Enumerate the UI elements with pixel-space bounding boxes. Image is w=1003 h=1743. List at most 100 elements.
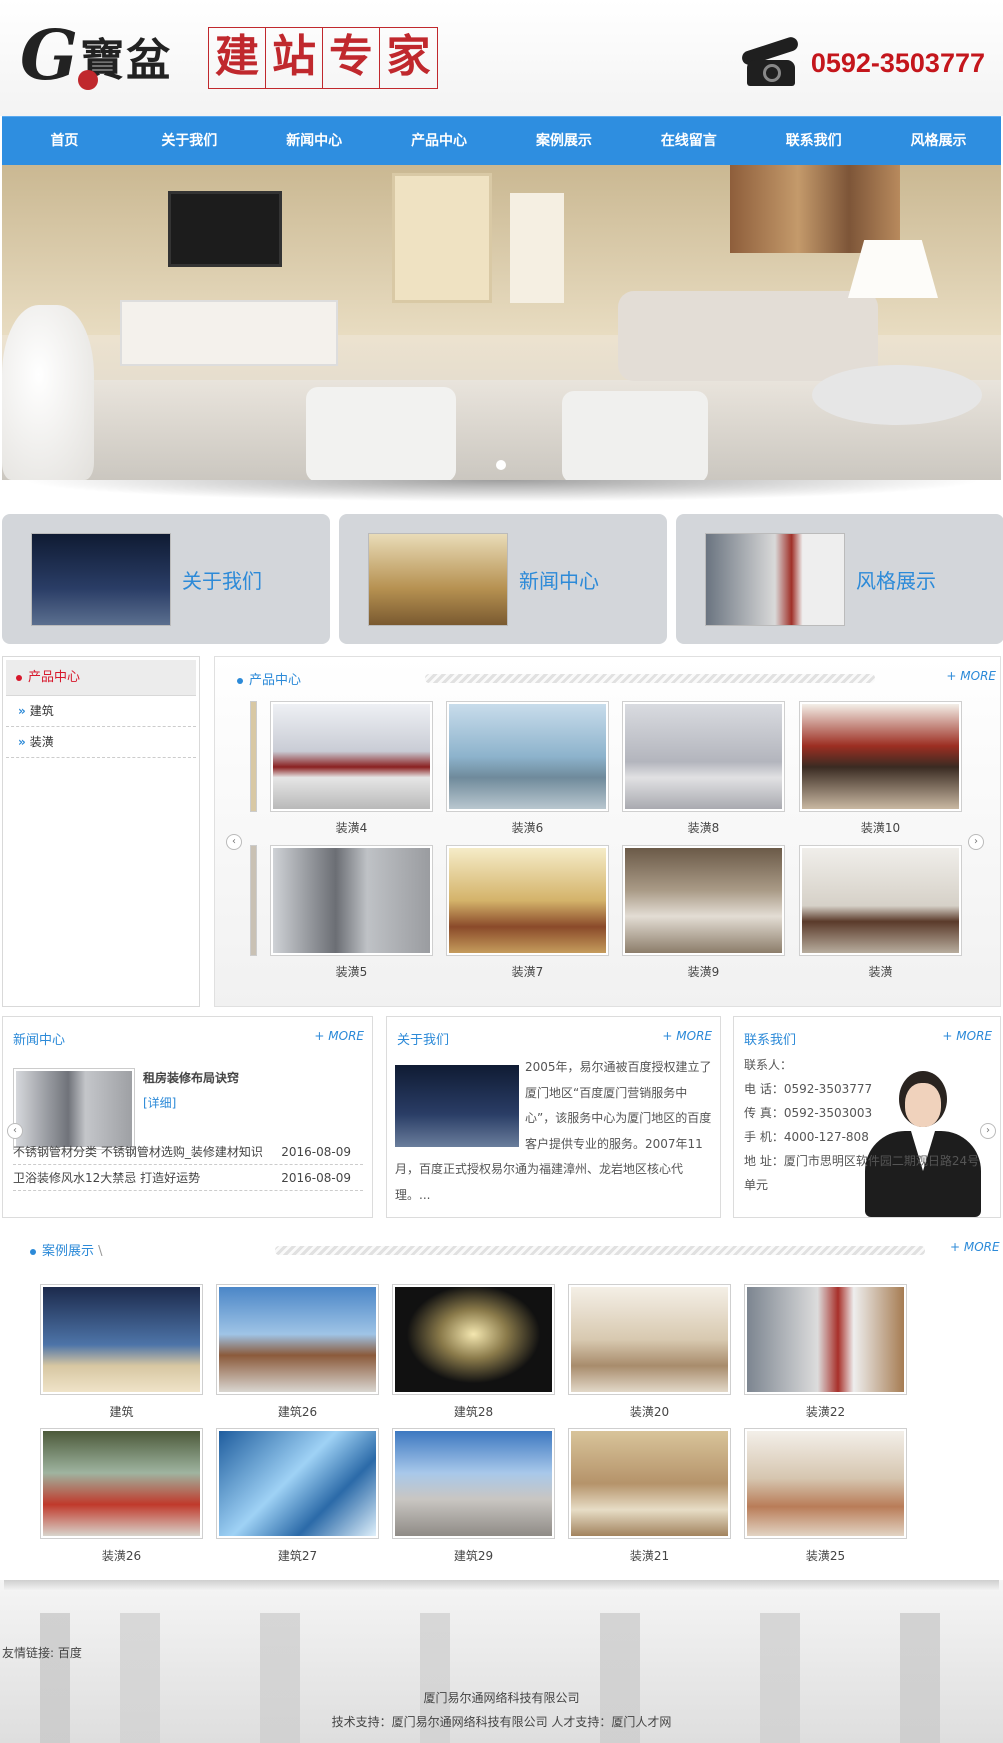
main-nav: 首页 关于我们 新闻中心 产品中心 案例展示 在线留言 联系我们 风格展示 [2, 116, 1001, 165]
case-thumb[interactable] [216, 1284, 379, 1395]
product-thumb[interactable] [270, 845, 433, 956]
case-thumb[interactable] [40, 1284, 203, 1395]
product-thumb[interactable] [270, 701, 433, 812]
product-caption[interactable]: 装潢9 [622, 963, 785, 980]
product-caption[interactable]: 装潢7 [446, 963, 609, 980]
carousel-next-icon[interactable]: › [968, 834, 984, 850]
friend-links[interactable]: 友情链接: 百度 [2, 1644, 82, 1661]
double-chevron-icon: » [18, 704, 26, 718]
case-thumb[interactable] [744, 1428, 907, 1539]
case-thumb[interactable] [40, 1428, 203, 1539]
quick-about[interactable]: 关于我们 [2, 514, 330, 644]
contact-line: 单元 [744, 1178, 769, 1192]
quick-styles-title: 风格展示 [856, 568, 936, 593]
case-caption[interactable]: 装潢26 [40, 1547, 203, 1564]
case-caption[interactable]: 建筑29 [392, 1547, 555, 1564]
product-caption[interactable]: 装潢8 [622, 819, 785, 836]
case-caption[interactable]: 建筑26 [216, 1403, 379, 1420]
news-row[interactable]: 卫浴装修风水12大禁忌 打造好运势 2016-08-09 [13, 1165, 363, 1191]
case-caption[interactable]: 装潢25 [744, 1547, 907, 1564]
case-caption[interactable]: 装潢20 [568, 1403, 731, 1420]
case-caption[interactable]: 建筑28 [392, 1403, 555, 1420]
slogan-char: 专 [323, 28, 380, 88]
quick-about-title: 关于我们 [182, 568, 262, 593]
product-caption[interactable]: 装潢6 [446, 819, 609, 836]
logo-letter: G [20, 15, 79, 96]
slide-indicator[interactable] [496, 460, 506, 470]
partial-thumb [250, 845, 257, 956]
product-thumb[interactable] [622, 845, 785, 956]
contact-line: 电 话：0592-3503777 [744, 1082, 873, 1096]
contact-next-icon[interactable]: › [980, 1123, 996, 1139]
product-thumb[interactable] [622, 701, 785, 812]
nav-contact[interactable]: 联系我们 [751, 117, 876, 165]
footer-divider [4, 1580, 999, 1590]
hotline-number: 0592-3503777 [810, 47, 985, 78]
contact-line: 传 真：0592-3503003 [744, 1106, 873, 1120]
product-thumb[interactable] [799, 701, 962, 812]
case-caption[interactable]: 建筑 [40, 1403, 203, 1420]
nav-products[interactable]: 产品中心 [377, 117, 502, 165]
header: G 寶盆 建 站 专 家 0592-3503777 [0, 0, 1003, 116]
contact-box: 联系我们 + MORE 联系人： 电 话：0592-3503777 传 真：05… [733, 1016, 1001, 1218]
hero-banner[interactable] [2, 165, 1001, 480]
nav-message[interactable]: 在线留言 [626, 117, 751, 165]
contact-info: 联系人： 电 话：0592-3503777 传 真：0592-3503003 手… [744, 1053, 994, 1197]
case-thumb[interactable] [568, 1428, 731, 1539]
contact-box-title: 联系我们 [744, 1033, 797, 1048]
news-row[interactable]: 不锈钢管材分类 不锈钢管材选购_装修建材知识 2016-08-09 [13, 1139, 363, 1165]
partial-thumb [250, 701, 257, 812]
news-feature-image[interactable] [13, 1068, 135, 1150]
case-thumb[interactable] [744, 1284, 907, 1395]
footer-support: 技术支持：厦门易尔通网络科技有限公司 人才支持：厦门人才网 [331, 1715, 672, 1729]
case-caption[interactable]: 装潢22 [744, 1403, 907, 1420]
quick-news[interactable]: 新闻中心 [339, 514, 667, 644]
quick-styles-image [705, 532, 845, 626]
case-thumb[interactable] [568, 1284, 731, 1395]
product-caption[interactable]: 装潢10 [799, 819, 962, 836]
product-caption[interactable]: 装潢4 [270, 819, 433, 836]
news-box-title: 新闻中心 [13, 1033, 66, 1048]
logo-seal-icon [78, 70, 98, 90]
cases-more-link[interactable]: + MORE [950, 1240, 1000, 1254]
products-more-link[interactable]: + MORE [946, 669, 996, 683]
sidebar-item-decoration[interactable]: » 装潢 [6, 727, 196, 758]
slogan-char: 建 [209, 28, 266, 88]
contact-line: 地 址：厦门市思明区软件园二期观日路24号 [744, 1154, 980, 1168]
product-thumb[interactable] [799, 845, 962, 956]
product-thumb[interactable] [446, 845, 609, 956]
double-chevron-icon: » [18, 735, 26, 749]
nav-styles[interactable]: 风格展示 [876, 117, 1001, 165]
product-caption[interactable]: 装潢 [799, 963, 962, 980]
about-more-link[interactable]: + MORE [662, 1029, 712, 1043]
cases-title: 案例展示 \ [30, 1240, 103, 1259]
product-thumb[interactable] [446, 701, 609, 812]
news-more-link[interactable]: + MORE [314, 1029, 364, 1043]
nav-cases[interactable]: 案例展示 [502, 117, 627, 165]
site-logo[interactable]: G 寶盆 [20, 18, 172, 93]
title-stripes [275, 1246, 925, 1255]
about-box: 关于我们 + MORE 2005年，易尔通被百度授权建立了厦门地区“百度厦门营销… [386, 1016, 721, 1218]
case-thumb[interactable] [392, 1428, 555, 1539]
sidebar-heading: 产品中心 [6, 660, 196, 696]
carousel-prev-icon[interactable]: ‹ [226, 834, 242, 850]
case-caption[interactable]: 装潢21 [568, 1547, 731, 1564]
sidebar-item-architecture[interactable]: » 建筑 [6, 696, 196, 727]
nav-home[interactable]: 首页 [2, 117, 127, 165]
about-text: 2005年，易尔通被百度授权建立了厦门地区“百度厦门营销服务中心”，该服务中心为… [395, 1060, 712, 1202]
banner-shadow [20, 480, 984, 502]
news-feature-detail-link[interactable]: [详细] [143, 1094, 176, 1111]
news-box: 新闻中心 + MORE 租房装修布局诀窍 [详细] ‹ 不锈钢管材分类 不锈钢管… [2, 1016, 373, 1218]
product-caption[interactable]: 装潢5 [270, 963, 433, 980]
nav-about[interactable]: 关于我们 [127, 117, 252, 165]
nav-news[interactable]: 新闻中心 [252, 117, 377, 165]
quick-about-image [31, 532, 171, 626]
quick-styles[interactable]: 风格展示 [676, 514, 1003, 644]
news-prev-icon[interactable]: ‹ [7, 1123, 23, 1139]
slogan: 建 站 专 家 [208, 27, 438, 89]
news-feature-title[interactable]: 租房装修布局诀窍 [143, 1069, 239, 1086]
contact-more-link[interactable]: + MORE [942, 1029, 992, 1043]
case-caption[interactable]: 建筑27 [216, 1547, 379, 1564]
case-thumb[interactable] [392, 1284, 555, 1395]
case-thumb[interactable] [216, 1428, 379, 1539]
